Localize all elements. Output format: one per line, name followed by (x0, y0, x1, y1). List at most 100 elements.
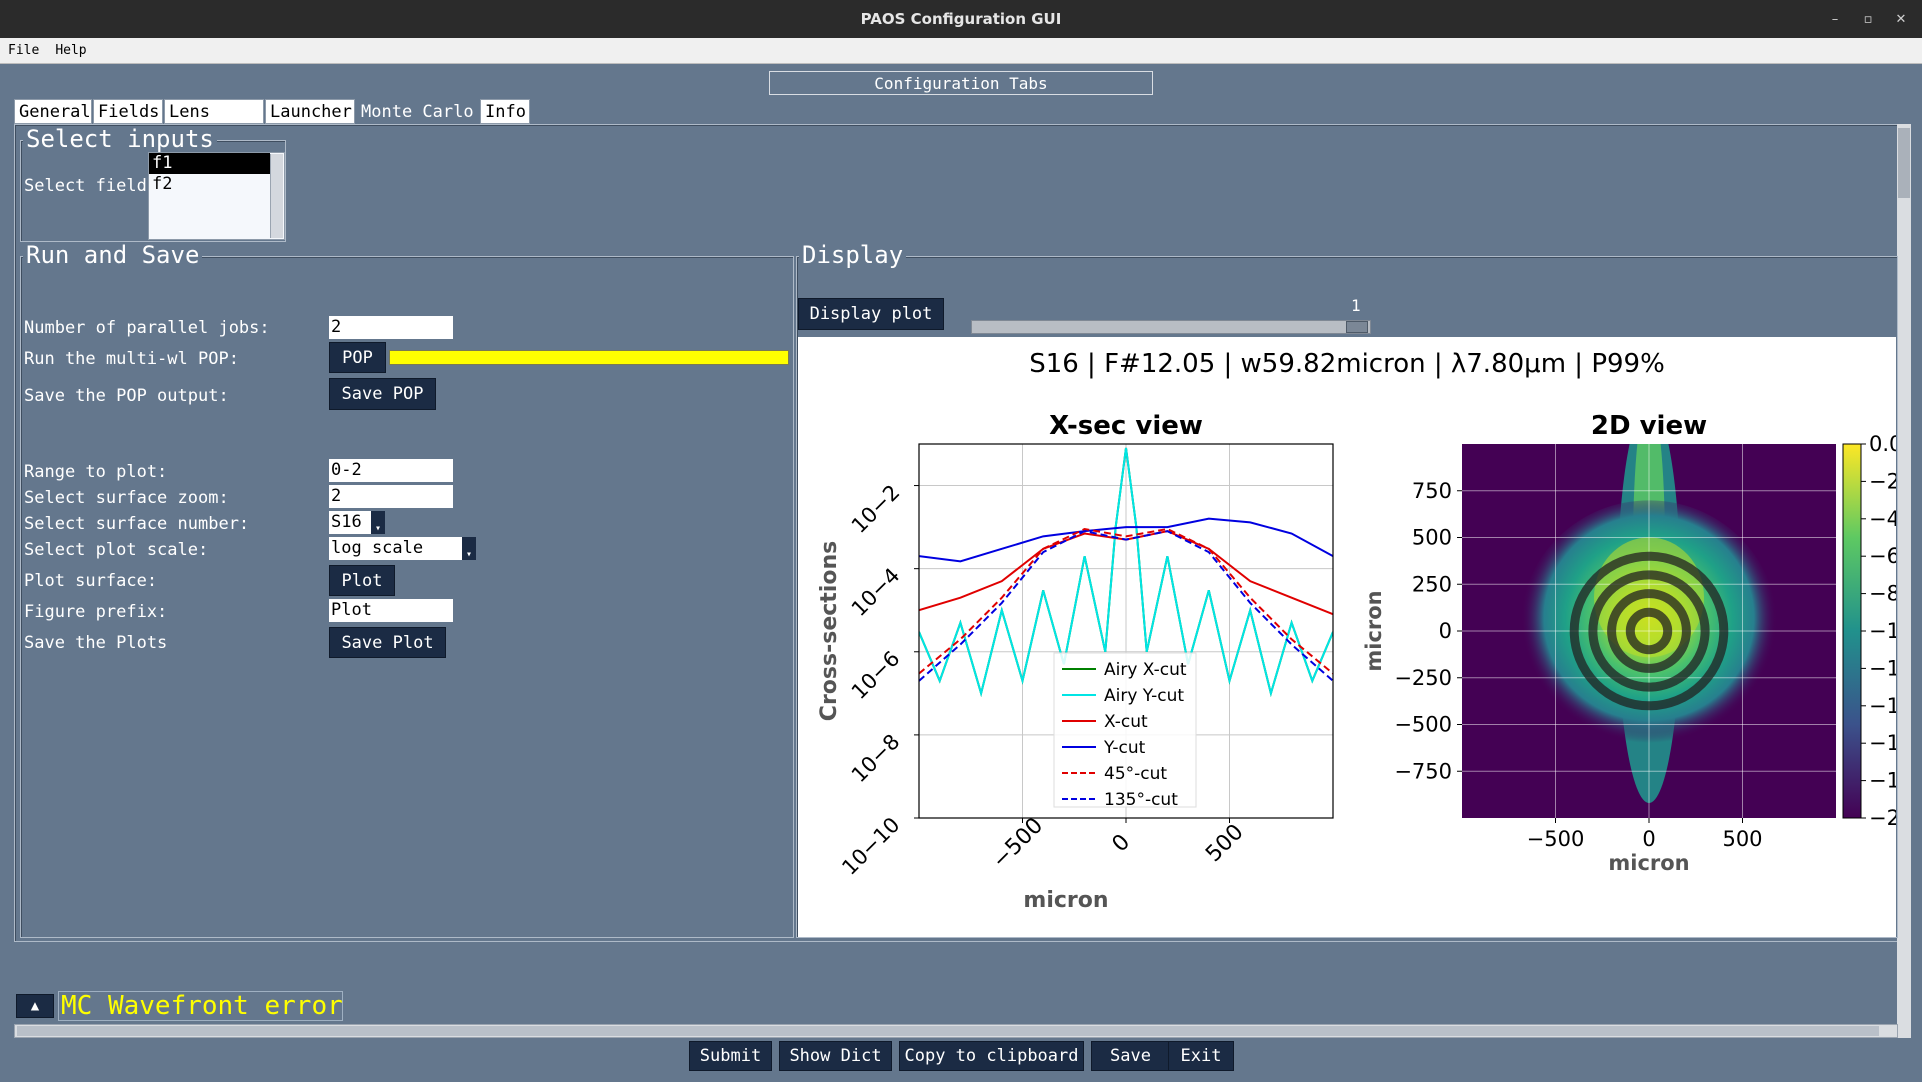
maximize-icon[interactable]: ▫ (1853, 0, 1883, 38)
configuration-tabs-header: Configuration Tabs (769, 71, 1153, 95)
display-slider[interactable] (971, 320, 1371, 334)
prefix-label: Figure prefix: (24, 602, 168, 622)
minimize-icon[interactable]: – (1820, 0, 1850, 38)
x-tick-label: 0 (1642, 827, 1655, 851)
display-plot-button[interactable]: Display plot (798, 298, 944, 330)
scale-combo[interactable]: log scale (329, 537, 462, 560)
select-inputs-title: Select inputs (23, 127, 217, 151)
x-tick-label: 500 (1201, 820, 1248, 867)
save-plots-label: Save the Plots (24, 633, 168, 653)
colorbar-tick-label: −12 (1869, 656, 1896, 680)
save-plot-button[interactable]: Save Plot (329, 627, 446, 658)
twod-title: 2D view (1591, 411, 1707, 441)
y-tick-label: −250 (1394, 666, 1452, 690)
x-tick-label: −500 (988, 813, 1048, 873)
colorbar-tick-label: −8 (1869, 582, 1896, 606)
legend-label: Airy X-cut (1104, 660, 1187, 680)
horizontal-scrollbar-thumb[interactable] (17, 1026, 1879, 1036)
colorbar-tick-label: 0.0 (1869, 432, 1896, 456)
surface-dropdown-icon[interactable]: ▾ (371, 511, 385, 534)
parallel-jobs-label: Number of parallel jobs: (24, 318, 270, 338)
zoom-label: Select surface zoom: (24, 488, 229, 508)
twod-ylabel: micron (1362, 590, 1386, 671)
tab-launcher[interactable]: Launcher (265, 99, 355, 124)
status-message: MC Wavefront error (58, 991, 343, 1021)
slider-handle[interactable] (1346, 321, 1368, 333)
x-tick-label: 500 (1722, 827, 1762, 851)
copy-clipboard-button[interactable]: Copy to clipboard (899, 1041, 1084, 1071)
menu-file[interactable]: File (0, 43, 47, 58)
display-title: Display (799, 243, 907, 267)
vertical-scrollbar[interactable] (1897, 124, 1911, 1038)
surface-label: Select surface number: (24, 514, 250, 534)
select-field-label: Select field (24, 176, 147, 196)
xsec-xlabel: micron (1023, 888, 1108, 913)
y-tick-label: 750 (1412, 479, 1452, 503)
plot-button[interactable]: Plot (329, 565, 395, 596)
parallel-jobs-input[interactable]: 2 (329, 316, 453, 339)
listbox-scrollbar[interactable] (270, 154, 283, 238)
slider-value: 1 (1351, 296, 1361, 315)
show-dict-button[interactable]: Show Dict (779, 1041, 892, 1071)
submit-button[interactable]: Submit (689, 1041, 772, 1071)
zoom-input[interactable]: 2 (329, 485, 453, 508)
horizontal-scrollbar[interactable] (14, 1024, 1898, 1038)
y-tick-label: 500 (1412, 526, 1452, 550)
y-tick-label: −750 (1394, 759, 1452, 783)
figure-title: S16 | F#12.05 | w59.82micron | λ7.80μm |… (1029, 349, 1665, 379)
colorbar-tick-label: −2 (1869, 469, 1896, 493)
plot-surface-label: Plot surface: (24, 571, 158, 591)
pop-progress-fill (390, 351, 788, 364)
y-tick-label: 10−2 (847, 480, 905, 538)
pop-progress-bar (389, 350, 789, 365)
scale-dropdown-icon[interactable]: ▾ (462, 537, 476, 560)
run-save-title: Run and Save (23, 243, 203, 267)
field-listbox[interactable]: f1 f2 (148, 152, 285, 240)
surface-combo[interactable]: S16 (329, 511, 371, 534)
y-tick-label: 10−4 (847, 563, 905, 621)
xsec-title: X-sec view (1049, 411, 1203, 441)
colorbar-tick-label: −18 (1869, 769, 1896, 793)
toggle-up-icon[interactable]: ▲ (16, 994, 54, 1018)
legend-label: Airy Y-cut (1104, 686, 1184, 706)
twod-xlabel: micron (1608, 851, 1689, 875)
save-pop-button[interactable]: Save POP (329, 378, 436, 410)
legend-label: X-cut (1104, 712, 1148, 732)
pop-button[interactable]: POP (329, 342, 386, 373)
tab-info[interactable]: Info (480, 99, 530, 124)
colorbar-tick-label: −6 (1869, 544, 1896, 568)
x-tick-label: 0 (1108, 830, 1136, 858)
range-input[interactable]: 0-2 (329, 459, 453, 482)
y-tick-label: 10−10 (837, 813, 904, 880)
x-tick-label: −500 (1527, 827, 1585, 851)
y-tick-label: 0 (1439, 619, 1452, 643)
exit-button[interactable]: Exit (1168, 1041, 1234, 1071)
tab-lens-data[interactable]: Lens Data (164, 99, 264, 147)
window-titlebar: PAOS Configuration GUI (0, 0, 1922, 38)
save-pop-label: Save the POP output: (24, 386, 229, 406)
scale-label: Select plot scale: (24, 540, 209, 560)
save-button[interactable]: Save (1091, 1041, 1170, 1071)
y-tick-label: 10−6 (847, 646, 905, 704)
close-icon[interactable]: ✕ (1886, 0, 1916, 38)
y-tick-label: −500 (1394, 713, 1452, 737)
xsec-ylabel: Cross-sections (817, 541, 842, 721)
tab-general[interactable]: General (14, 99, 92, 124)
vertical-scrollbar-thumb[interactable] (1898, 128, 1910, 198)
window-title: PAOS Configuration GUI (860, 10, 1062, 28)
figure-svg: S16 | F#12.05 | w59.82micron | λ7.80μm |… (817, 349, 1913, 913)
colorbar-tick-label: −20 (1869, 806, 1896, 830)
tab-bar: General Fields Lens Data Launcher Monte … (14, 99, 531, 147)
plot-canvas: S16 | F#12.05 | w59.82micron | λ7.80μm |… (798, 337, 1913, 937)
prefix-input[interactable]: Plot (329, 599, 453, 622)
colorbar-tick-label: −4 (1869, 507, 1896, 531)
tab-fields[interactable]: Fields (93, 99, 163, 124)
tab-monte-carlo[interactable]: Monte Carlo (356, 99, 479, 124)
list-item[interactable]: f2 (149, 174, 270, 195)
colorbar-tick-label: −16 (1869, 731, 1896, 755)
colorbar-tick-label: −10 (1869, 619, 1896, 643)
list-item[interactable]: f1 (149, 153, 270, 174)
menu-help[interactable]: Help (47, 43, 94, 58)
y-tick-label: 250 (1412, 572, 1452, 596)
y-tick-label: 10−8 (847, 729, 905, 787)
